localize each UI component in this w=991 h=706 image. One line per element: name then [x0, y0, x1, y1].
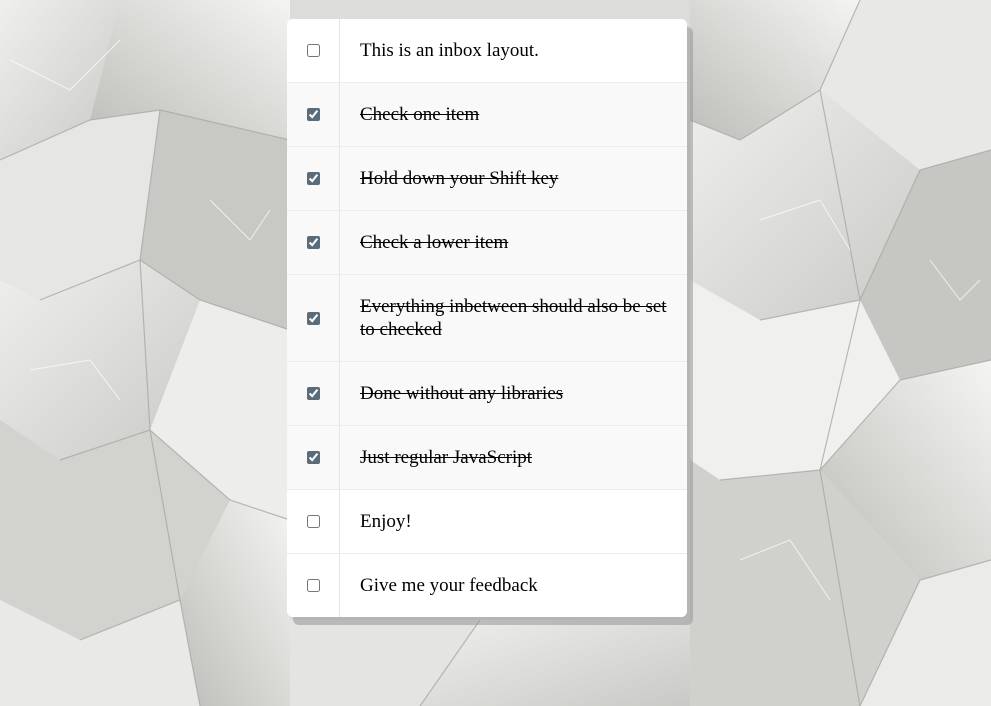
- checkbox-cell: [287, 362, 340, 425]
- item-checkbox[interactable]: [306, 311, 320, 325]
- inbox-item[interactable]: Everything inbetween should also be set …: [287, 275, 687, 362]
- checkbox-cell: [287, 211, 340, 274]
- inbox-item[interactable]: Hold down your Shift key: [287, 147, 687, 211]
- inbox-item[interactable]: Done without any libraries: [287, 362, 687, 426]
- checkbox-cell: [287, 147, 340, 210]
- item-checkbox[interactable]: [306, 108, 320, 121]
- checkbox-cell: [287, 83, 340, 146]
- inbox-item[interactable]: Enjoy!: [287, 490, 687, 554]
- item-checkbox[interactable]: [306, 44, 320, 57]
- item-checkbox[interactable]: [306, 515, 320, 528]
- inbox-item[interactable]: Just regular JavaScript: [287, 426, 687, 490]
- item-checkbox[interactable]: [306, 172, 320, 185]
- checkbox-cell: [287, 19, 340, 82]
- inbox-item[interactable]: Check a lower item: [287, 211, 687, 275]
- checkbox-cell: [287, 554, 340, 617]
- item-label[interactable]: Everything inbetween should also be set …: [340, 275, 687, 361]
- item-label[interactable]: Check one item: [340, 83, 687, 146]
- item-label[interactable]: Check a lower item: [340, 211, 687, 274]
- checkbox-cell: [287, 490, 340, 553]
- item-checkbox[interactable]: [306, 236, 320, 249]
- item-label[interactable]: Just regular JavaScript: [340, 426, 687, 489]
- item-checkbox[interactable]: [306, 579, 320, 592]
- item-label[interactable]: Hold down your Shift key: [340, 147, 687, 210]
- inbox-item[interactable]: Check one item: [287, 83, 687, 147]
- inbox-list: This is an inbox layout. Check one item Ho…: [287, 19, 687, 617]
- inbox-item[interactable]: Give me your feedback: [287, 554, 687, 617]
- checkbox-cell: [287, 426, 340, 489]
- inbox-item[interactable]: This is an inbox layout.: [287, 19, 687, 83]
- checkbox-cell: [287, 275, 340, 361]
- item-label[interactable]: Done without any libraries: [340, 362, 687, 425]
- item-label[interactable]: This is an inbox layout.: [340, 19, 687, 82]
- item-label[interactable]: Enjoy!: [340, 490, 687, 553]
- item-label[interactable]: Give me your feedback: [340, 554, 687, 617]
- item-checkbox[interactable]: [306, 451, 320, 464]
- item-checkbox[interactable]: [306, 387, 320, 400]
